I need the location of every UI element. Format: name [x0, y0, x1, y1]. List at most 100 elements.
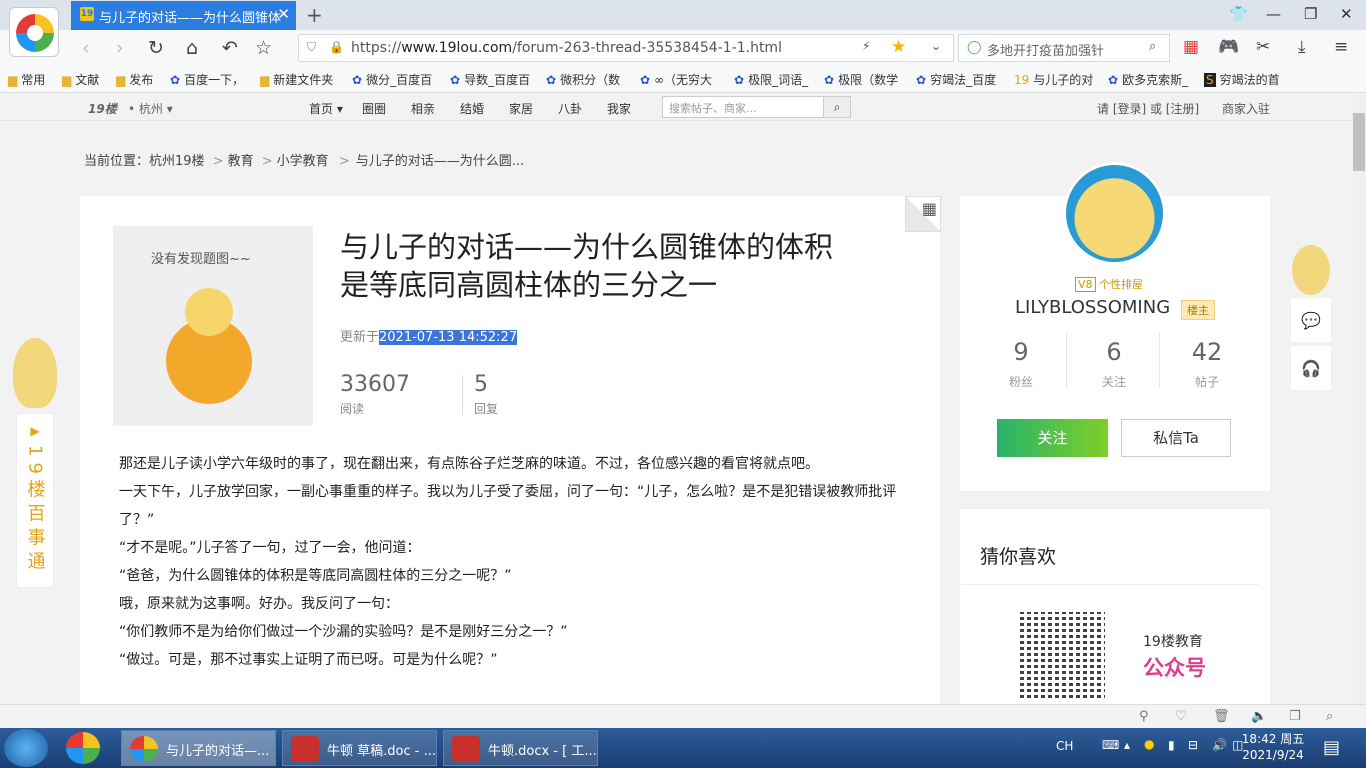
- clock-time: 18:42 周五: [1241, 732, 1305, 746]
- address-bar[interactable]: ⛉ 🔒 https://www.19lou.com/forum-263-thre…: [298, 34, 954, 62]
- crumb-link[interactable]: 小学教育: [277, 154, 329, 169]
- bookmark-item[interactable]: ✿ 穷竭法_百度: [916, 71, 996, 88]
- bookmark-item[interactable]: ✿ ∞（无穷大: [640, 71, 712, 88]
- tab-title: 与儿子的对话——为什么圆锥体: [99, 11, 282, 26]
- taskbar-item-browser[interactable]: 与儿子的对话—...: [121, 730, 276, 766]
- tray-app-icon[interactable]: ●: [1144, 737, 1154, 751]
- taskbar-item-wps-doc[interactable]: 牛顿 草稿.doc - ...: [282, 730, 437, 766]
- nav-home[interactable]: 首页 ▾: [309, 100, 343, 117]
- paragraph: “你们教师不是为给你们做过一个沙漏的实验吗？是不是刚好三分之一？”: [119, 624, 568, 640]
- page-scrollbar[interactable]: [1352, 94, 1366, 704]
- favorite-star-icon[interactable]: ☆: [255, 37, 272, 59]
- avatar[interactable]: [1063, 162, 1166, 265]
- nav-wedding[interactable]: 结婚: [460, 100, 484, 117]
- browser-tab[interactable]: 19 与儿子的对话——为什么圆锥体 ✕: [71, 1, 296, 30]
- author-name[interactable]: LILYBLOSSOMING: [1015, 297, 1170, 318]
- city-switch[interactable]: • 杭州 ▾: [128, 100, 173, 117]
- usb-icon[interactable]: ▮: [1168, 738, 1175, 752]
- paragraph: 那还是儿子读小学六年级时的事了，现在翻出来，有点陈谷子烂芝麻的味道。不过，各位感…: [119, 456, 819, 472]
- site-search-button[interactable]: ⌕: [823, 96, 851, 118]
- site-search-input[interactable]: 搜索帖子、商家...: [662, 96, 824, 118]
- volume-icon[interactable]: 🔊: [1212, 738, 1227, 752]
- minimize-button[interactable]: —: [1266, 5, 1281, 23]
- lightning-icon[interactable]: ⚡: [862, 39, 870, 53]
- bookmark-star-icon[interactable]: ★: [891, 37, 906, 57]
- forward-button[interactable]: ›: [116, 37, 124, 59]
- bookmark-item[interactable]: ✿ 极限_词语_: [734, 71, 808, 88]
- bookmark-item[interactable]: ▆ 新建文件夹: [260, 71, 333, 88]
- game-icon[interactable]: 🎮: [1218, 37, 1239, 57]
- undo-close-button[interactable]: ↶: [222, 37, 238, 59]
- tray-expand-icon[interactable]: ▴: [1124, 738, 1130, 752]
- merchant-link[interactable]: 商家入驻: [1222, 100, 1270, 117]
- download-icon[interactable]: ⤓: [1298, 37, 1306, 57]
- maximize-button[interactable]: ❐: [1304, 5, 1317, 23]
- taskbar-item-wps-docx[interactable]: 牛顿.docx - [ 工...: [443, 730, 598, 766]
- bookmark-item[interactable]: S 穷竭法的首: [1204, 71, 1280, 88]
- heart-icon[interactable]: ♡: [1175, 709, 1187, 724]
- menu-icon[interactable]: ≡: [1334, 37, 1348, 57]
- crumb-link[interactable]: 教育: [228, 154, 254, 169]
- follow-button[interactable]: 关注: [997, 419, 1108, 457]
- nav-myhome[interactable]: 我家: [607, 100, 631, 117]
- scissors-icon[interactable]: ✂: [1256, 37, 1270, 57]
- message-button[interactable]: 私信Ta: [1121, 419, 1231, 457]
- clock[interactable]: 18:42 周五 2021/9/24: [1240, 731, 1306, 763]
- bookmark-item[interactable]: ▆ 文献: [62, 71, 99, 88]
- left-float-ad[interactable]: ▶ 19楼百事通: [13, 338, 57, 588]
- keyboard-icon[interactable]: ⌨: [1102, 738, 1119, 752]
- user-level[interactable]: V8 个性排屋: [1075, 276, 1143, 292]
- zoom-icon[interactable]: ⌕: [1326, 709, 1333, 724]
- comment-icon[interactable]: 💬: [1290, 297, 1332, 343]
- mascot-icon[interactable]: [1292, 245, 1330, 295]
- start-button[interactable]: [4, 729, 48, 767]
- login-register[interactable]: 请 [登录] 或 [注册]: [1097, 100, 1199, 117]
- bookmark-item[interactable]: ✿ 欧多克索斯_: [1108, 71, 1188, 88]
- back-button[interactable]: ‹: [82, 37, 90, 59]
- bookmark-item[interactable]: ✿ 百度一下，: [170, 71, 244, 88]
- network-icon[interactable]: ⊟: [1188, 738, 1198, 752]
- close-window-button[interactable]: ✕: [1340, 5, 1353, 23]
- bookmark-item[interactable]: ✿ 微分_百度百: [352, 71, 432, 88]
- browser-search-box[interactable]: ◯ 多地开打疫苗加强针 ⌕: [958, 34, 1170, 62]
- qrcode-corner-icon[interactable]: ▦: [905, 196, 941, 232]
- bookmark-item[interactable]: ✿ 微积分（数: [546, 71, 620, 88]
- home-button[interactable]: ⌂: [186, 37, 198, 59]
- divider: [462, 375, 463, 415]
- skin-icon[interactable]: 👕: [1229, 5, 1248, 23]
- nav-home-deco[interactable]: 家居: [509, 100, 533, 117]
- notification-icon[interactable]: ▤: [1323, 737, 1340, 758]
- wechat-qrcode: [1017, 612, 1105, 698]
- baidu-paw-icon: ✿: [640, 73, 651, 87]
- satellite-icon[interactable]: ⚲: [1139, 709, 1149, 724]
- search-icon[interactable]: ⌕: [1149, 39, 1156, 54]
- nav-circle[interactable]: 圈圈: [362, 100, 386, 117]
- language-indicator[interactable]: CH: [1056, 739, 1073, 753]
- bookmark-item[interactable]: ▆ 常用: [8, 71, 45, 88]
- fans-label: 粉丝: [1008, 375, 1033, 389]
- bookmark-item[interactable]: ✿ 导数_百度百: [450, 71, 530, 88]
- browser-tab-bar: 19 与儿子的对话——为什么圆锥体 ✕ + 👕 — ❐ ✕: [0, 0, 1366, 57]
- close-tab-icon[interactable]: ✕: [277, 5, 290, 23]
- scrollbar-thumb[interactable]: [1353, 113, 1365, 171]
- headset-icon[interactable]: 🎧: [1290, 345, 1332, 391]
- sound-icon[interactable]: 🔈: [1251, 709, 1267, 724]
- paragraph: 一天下午，儿子放学回家，一副心事重重的样子。我以为儿子受了委屈，问了一句：“儿子…: [119, 484, 897, 528]
- crumb-link[interactable]: 杭州19楼: [149, 154, 205, 169]
- browser-logo-icon[interactable]: [9, 7, 59, 57]
- ad-column: ▶ 19楼百事通: [16, 413, 54, 588]
- bookmark-item[interactable]: 19 与儿子的对: [1014, 71, 1093, 88]
- site-logo[interactable]: 19楼: [88, 100, 117, 117]
- new-tab-button[interactable]: +: [306, 3, 323, 27]
- nav-dating[interactable]: 相亲: [411, 100, 435, 117]
- nav-gossip[interactable]: 八卦: [558, 100, 582, 117]
- apps-icon[interactable]: ▦: [1183, 37, 1199, 57]
- bookmark-item[interactable]: ✿ 极限（数学: [824, 71, 898, 88]
- trash-icon[interactable]: 🗑: [1213, 709, 1230, 724]
- chevron-down-icon[interactable]: ⌄: [931, 39, 941, 53]
- pinned-browser-icon[interactable]: [66, 732, 100, 764]
- refresh-button[interactable]: ↻: [148, 37, 164, 59]
- bookmark-item[interactable]: ▆ 发布: [116, 71, 153, 88]
- clock-date: 2021/9/24: [1242, 748, 1304, 762]
- window-icon[interactable]: ❐: [1289, 709, 1301, 724]
